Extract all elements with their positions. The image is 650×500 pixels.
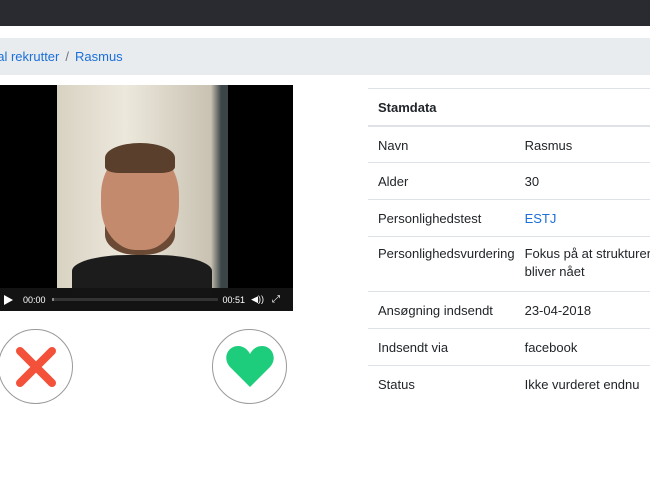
like-button[interactable] [212,329,287,404]
breadcrumb-link-recruits[interactable]: nal rekrutter [0,49,59,64]
row-label: Status [368,365,525,403]
row-value: Rasmus [524,125,650,163]
breadcrumb-separator: / [65,49,69,64]
table-row: Indsendt via facebook [368,328,650,366]
fullscreen-icon[interactable]: ⤢ [272,294,280,305]
play-icon[interactable] [4,294,13,305]
row-label: Personlighedsvurdering [368,236,525,292]
row-label: Alder [368,162,525,200]
volume-icon[interactable]: ◀)) [251,294,264,305]
row-label: Ansøgning indsendt [368,291,525,329]
row-label: Navn [368,125,525,163]
table-row: Ansøgning indsendt 23-04-2018 [368,291,650,329]
row-value: facebook [524,328,650,366]
row-value-line: Fokus på at strukturere [524,246,650,261]
table-row: Navn Rasmus [368,125,650,163]
table-row: Alder 30 [368,162,650,200]
duration: 00:51 [222,294,246,305]
row-label: Indsendt via [368,328,525,366]
table-row: Personlighedstest ESTJ [368,199,650,237]
table-row: Personlighedsvurdering Fokus på at strukt… [368,236,650,292]
current-time: 00:00 [23,294,46,305]
video-controls: 00:00 00:51 ◀)) ⤢ [0,288,293,311]
table-row: Status Ikke vurderet endnu [368,365,650,403]
personality-test-link[interactable]: ESTJ [525,211,557,226]
breadcrumb-link-candidate[interactable]: Rasmus [75,49,123,64]
seek-bar[interactable] [51,298,218,301]
reject-button[interactable] [0,329,73,404]
stamdata-title: Stamdata [368,88,650,127]
x-icon [15,346,56,387]
video-frame [57,85,228,295]
heart-icon [225,345,274,387]
row-value-line: bliver nået [524,264,585,279]
row-value: 30 [524,162,650,200]
row-value: Ikke vurderet endnu [524,365,650,403]
video-player[interactable]: 00:00 00:51 ◀)) ⤢ [0,85,293,311]
row-value: 23-04-2018 [524,291,650,329]
stamdata-table: Stamdata Navn Rasmus Alder 30 Personlighed… [368,88,650,403]
row-label: Personlighedstest [368,199,525,237]
row-value: Fokus på at strukturere bliver nået [524,236,650,292]
breadcrumb: nal rekrutter / Rasmus [0,38,650,75]
top-navbar [0,0,650,26]
